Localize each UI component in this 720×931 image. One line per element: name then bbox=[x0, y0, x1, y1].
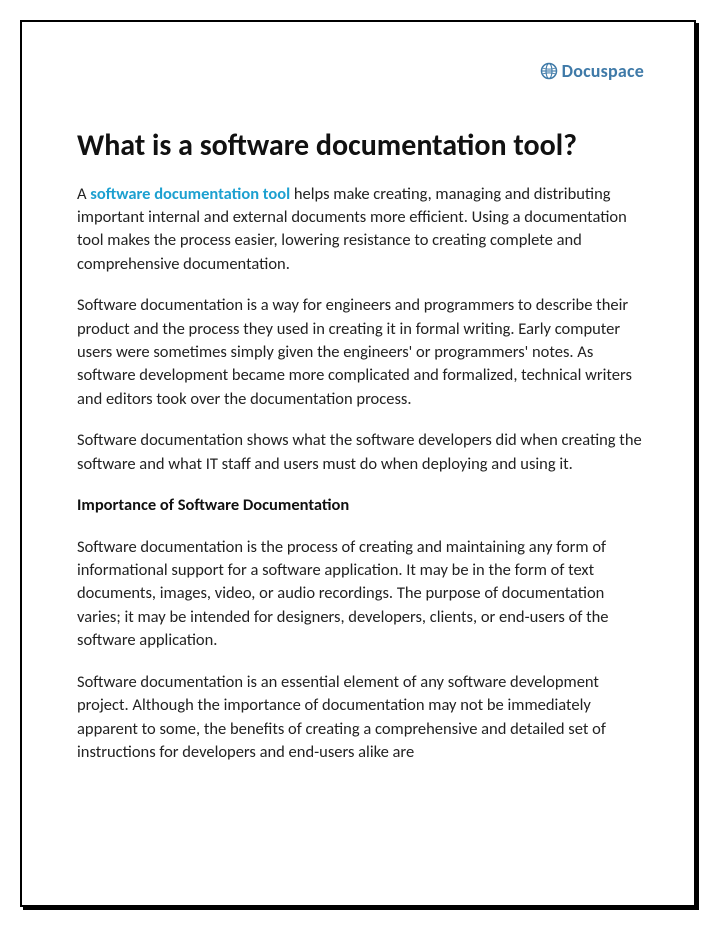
brand-logo: Docuspace bbox=[77, 60, 644, 82]
text-prefix: A bbox=[77, 184, 90, 204]
globe-icon bbox=[540, 62, 558, 80]
software-documentation-tool-link[interactable]: software documentation tool bbox=[90, 184, 290, 204]
body-paragraph: Software documentation is an essential e… bbox=[77, 671, 644, 765]
brand-name: Docuspace bbox=[562, 60, 644, 82]
body-paragraph: Software documentation is the process of… bbox=[77, 536, 644, 653]
page-title: What is a software documentation tool? bbox=[77, 127, 644, 165]
document-page: Docuspace What is a software documentati… bbox=[20, 20, 696, 907]
body-paragraph: Software documentation is a way for engi… bbox=[77, 294, 644, 411]
body-paragraph: Software documentation shows what the so… bbox=[77, 429, 644, 476]
section-subheading: Importance of Software Documentation bbox=[77, 494, 644, 517]
intro-paragraph: A software documentation tool helps make… bbox=[77, 183, 644, 277]
